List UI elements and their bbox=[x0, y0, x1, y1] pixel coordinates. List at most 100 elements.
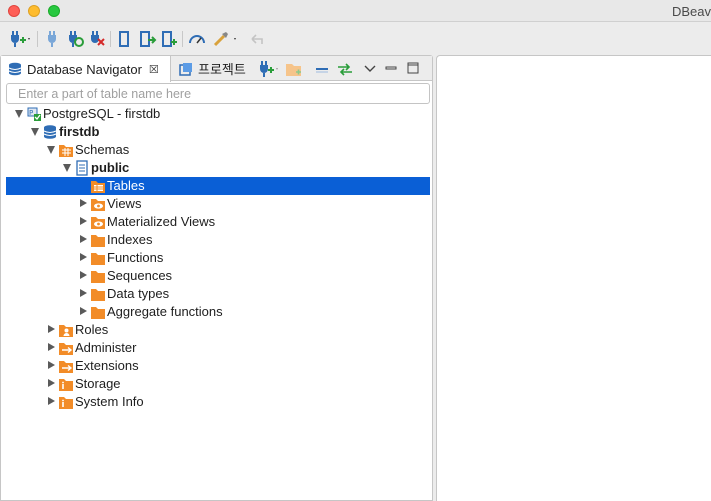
close-tab-icon[interactable]: ☒ bbox=[149, 63, 159, 76]
navigator-tab-bar: Database Navigator ☒ 프로젝트 bbox=[1, 56, 432, 82]
dashboard-icon bbox=[189, 35, 205, 44]
expand-arrow-closed-icon[interactable] bbox=[48, 397, 55, 405]
back-icon bbox=[251, 34, 263, 44]
link-with-editor-button[interactable] bbox=[336, 60, 354, 78]
tree-node-label: System Info bbox=[75, 394, 144, 409]
new-connection-button[interactable] bbox=[8, 30, 32, 48]
tables-folder-icon bbox=[90, 178, 106, 194]
tree-node-storage[interactable]: Storage bbox=[1, 375, 432, 393]
expand-arrow-closed-icon[interactable] bbox=[80, 271, 87, 279]
expand-arrow-closed-icon[interactable] bbox=[48, 379, 55, 387]
disconnect-button[interactable] bbox=[88, 30, 106, 48]
tree-node-sequences[interactable]: Sequences bbox=[1, 267, 432, 285]
tree-node-data-types[interactable]: Data types bbox=[1, 285, 432, 303]
tree-node-label: Views bbox=[107, 196, 142, 211]
tree-node-label: PostgreSQL - firstdb bbox=[43, 106, 161, 121]
reconnect-button[interactable] bbox=[66, 30, 84, 48]
collapse-all-icon bbox=[316, 68, 328, 73]
schema-icon bbox=[74, 160, 90, 176]
new-folder-button[interactable] bbox=[285, 60, 303, 78]
link-with-editor-icon bbox=[338, 63, 352, 76]
expand-arrow-closed-icon[interactable] bbox=[80, 235, 87, 243]
expand-arrow-closed-icon[interactable] bbox=[80, 199, 87, 207]
tree-node-label: Sequences bbox=[107, 268, 173, 283]
connect-button[interactable] bbox=[44, 30, 60, 48]
rollback-button[interactable] bbox=[139, 30, 157, 48]
extensions-folder-icon bbox=[58, 358, 74, 374]
tree-node-label: Roles bbox=[75, 322, 109, 337]
tree-node-label: Materialized Views bbox=[107, 214, 216, 229]
collapse-all-button[interactable] bbox=[314, 60, 330, 78]
expand-arrow-closed-icon[interactable] bbox=[80, 307, 87, 315]
expand-arrow-closed-icon[interactable] bbox=[80, 253, 87, 261]
tree-node-label: Schemas bbox=[75, 142, 130, 157]
disconnect-icon bbox=[91, 31, 105, 46]
expand-arrow-closed-icon[interactable] bbox=[48, 343, 55, 351]
tools-icon bbox=[213, 32, 236, 47]
dashboard-button[interactable] bbox=[188, 30, 206, 48]
back-button[interactable] bbox=[249, 30, 267, 48]
reconnect-icon bbox=[69, 31, 84, 47]
expand-arrow-closed-icon[interactable] bbox=[48, 361, 55, 369]
expand-arrow-open-icon[interactable] bbox=[31, 128, 39, 136]
tree-node-postgresql-firstdb[interactable]: P PostgreSQL - firstdb bbox=[1, 105, 432, 123]
tree-node-roles[interactable]: Roles bbox=[1, 321, 432, 339]
folder-icon bbox=[90, 304, 106, 320]
tree-node-aggregate-functions[interactable]: Aggregate functions bbox=[1, 303, 432, 321]
project-icon bbox=[179, 62, 192, 76]
tree-node-indexes[interactable]: Indexes bbox=[1, 231, 432, 249]
maximize-view-button[interactable] bbox=[406, 60, 420, 78]
tab-database-navigator[interactable]: Database Navigator ☒ bbox=[1, 56, 171, 82]
folder-icon bbox=[90, 268, 106, 284]
minimize-window-button[interactable] bbox=[28, 5, 40, 17]
tab-project-label: 프로젝트 bbox=[198, 62, 246, 77]
tree-node-functions[interactable]: Functions bbox=[1, 249, 432, 267]
tree-node-label: firstdb bbox=[59, 124, 100, 139]
administer-folder-icon bbox=[58, 340, 74, 356]
tab-project[interactable]: 프로젝트 bbox=[177, 56, 246, 81]
tree-node-label: Extensions bbox=[75, 358, 139, 373]
minimize-view-button[interactable] bbox=[384, 60, 398, 78]
expand-arrow-open-icon[interactable] bbox=[15, 110, 23, 118]
editor-area bbox=[436, 55, 711, 501]
tree-node-label: Tables bbox=[107, 178, 145, 193]
tree-node-tables[interactable]: Tables bbox=[6, 177, 430, 195]
tree-node-label: Aggregate functions bbox=[107, 304, 223, 319]
tree-node-system-info[interactable]: System Info bbox=[1, 393, 432, 411]
tree-node-views[interactable]: Views bbox=[1, 195, 432, 213]
storage-folder-icon bbox=[58, 376, 74, 392]
new-connection-icon bbox=[11, 31, 30, 47]
tree-node-label: Functions bbox=[107, 250, 164, 265]
expand-arrow-open-icon[interactable] bbox=[47, 146, 55, 154]
table-filter-input[interactable] bbox=[6, 83, 430, 104]
toolbar-separator bbox=[37, 31, 38, 47]
expand-arrow-closed-icon[interactable] bbox=[80, 289, 87, 297]
tree-node-materialized-views[interactable]: Materialized Views bbox=[1, 213, 432, 231]
system-info-folder-icon bbox=[58, 394, 74, 410]
tree-node-label: Indexes bbox=[107, 232, 153, 247]
tree-node-extensions[interactable]: Extensions bbox=[1, 357, 432, 375]
close-window-button[interactable] bbox=[8, 5, 20, 17]
tree-node-administer[interactable]: Administer bbox=[1, 339, 432, 357]
expand-arrow-closed-icon[interactable] bbox=[48, 325, 55, 333]
transaction-icon bbox=[162, 31, 177, 47]
new-connection-dropdown-button[interactable] bbox=[257, 60, 281, 78]
svg-text:P: P bbox=[29, 109, 33, 117]
tree-node-schemas[interactable]: Schemas bbox=[1, 141, 432, 159]
expand-arrow-closed-icon[interactable] bbox=[80, 217, 87, 225]
transaction-button[interactable] bbox=[161, 30, 179, 48]
folder-icon bbox=[90, 232, 106, 248]
tree-node-label: Data types bbox=[107, 286, 170, 301]
folder-icon bbox=[90, 286, 106, 302]
commit-button[interactable] bbox=[117, 30, 133, 48]
expand-arrow-open-icon[interactable] bbox=[63, 164, 71, 172]
view-menu-button[interactable] bbox=[363, 60, 377, 78]
tree-node-public[interactable]: public bbox=[1, 159, 432, 177]
tree-node-firstdb[interactable]: firstdb bbox=[1, 123, 432, 141]
chevron-down-icon bbox=[364, 65, 376, 72]
maximize-window-button[interactable] bbox=[48, 5, 60, 17]
roles-folder-icon bbox=[58, 322, 74, 338]
window-title: DBeav bbox=[671, 4, 711, 19]
toolbar-separator bbox=[110, 31, 111, 47]
tools-button[interactable] bbox=[212, 30, 238, 48]
